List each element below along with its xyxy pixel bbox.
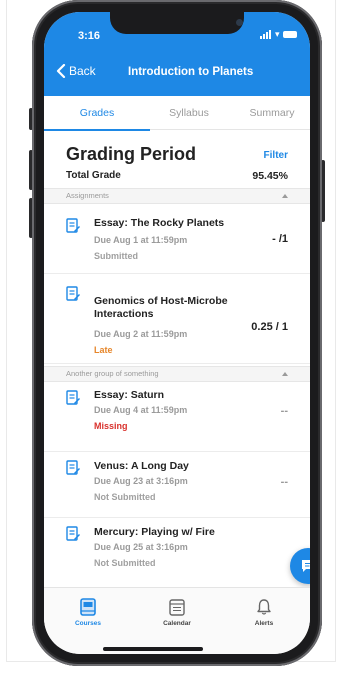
assignment-due-date: Due Aug 1 at 11:59pm: [94, 235, 188, 245]
tab-bar: Grades Syllabus Summary: [44, 96, 310, 131]
tab-alerts[interactable]: Alerts: [234, 598, 294, 627]
assignment-status: Missing: [94, 421, 128, 431]
assignment-icon: [66, 526, 80, 541]
assignment-status: Not Submitted: [94, 492, 156, 502]
bottom-tab-bar: Courses Calendar Alerts: [44, 587, 310, 654]
page-border-left: [6, 0, 7, 662]
assignment-row[interactable]: Mercury: Playing w/ Fire Due Aug 25 at 3…: [44, 522, 310, 586]
assignment-status: Submitted: [94, 251, 138, 261]
chevron-left-icon: [56, 64, 66, 78]
tab-label: Grades: [79, 107, 115, 119]
assignment-row[interactable]: Essay: The Rocky Planets Due Aug 1 at 11…: [44, 214, 310, 274]
back-label: Back: [69, 64, 96, 78]
assignment-row[interactable]: Venus: A Long Day Due Aug 23 at 3:16pm N…: [44, 456, 310, 518]
group-header-assignments[interactable]: Assignments: [44, 188, 310, 204]
tab-label: Alerts: [254, 620, 274, 627]
status-icons: ▾: [260, 28, 302, 40]
battery-icon: [282, 30, 297, 38]
group-name: Assignments: [66, 191, 109, 200]
tab-label: Calendar: [163, 620, 191, 627]
phone-notch: [110, 12, 244, 34]
chevron-up-icon: [282, 372, 288, 376]
tab-courses[interactable]: Courses: [58, 598, 118, 627]
tab-label: Syllabus: [169, 107, 209, 119]
assignment-row[interactable]: Genomics of Host-Microbe Interactions Du…: [44, 282, 310, 364]
tab-label: Summary: [249, 107, 295, 119]
assignment-icon: [66, 286, 80, 301]
assignment-title: Essay: Saturn: [94, 389, 165, 401]
assignment-title: Venus: A Long Day: [94, 460, 189, 472]
assignment-due-date: Due Aug 4 at 11:59pm: [94, 405, 188, 415]
grading-period-title: Grading Period: [66, 144, 197, 164]
assignment-icon: [66, 218, 80, 233]
page-title: Introduction to Planets: [128, 66, 254, 78]
tab-label: Courses: [74, 620, 101, 627]
group-header-another-group[interactable]: Another group of something: [44, 366, 310, 382]
front-camera: [236, 19, 243, 26]
assignment-title: Essay: The Rocky Planets: [94, 217, 225, 229]
back-button[interactable]: Back: [56, 64, 96, 78]
tab-calendar[interactable]: Calendar: [147, 598, 207, 627]
assignment-row[interactable]: Essay: Saturn Due Aug 4 at 11:59pm Missi…: [44, 386, 310, 452]
signal-icon: [260, 30, 271, 39]
assignment-status: Not Submitted: [94, 558, 156, 568]
tab-summary[interactable]: Summary: [234, 96, 310, 130]
tab-syllabus[interactable]: Syllabus: [144, 96, 234, 130]
assignment-status: Late: [94, 345, 113, 355]
message-icon: [302, 560, 310, 572]
courses-icon: [80, 598, 96, 616]
page-border-right: [335, 0, 336, 662]
status-time: 3:16: [78, 30, 101, 42]
assignment-due-date: Due Aug 2 at 11:59pm: [94, 329, 188, 339]
tab-grades[interactable]: Grades: [44, 96, 150, 131]
chevron-up-icon: [282, 194, 288, 198]
active-tab-indicator: [44, 129, 150, 131]
assignment-icon: [66, 460, 80, 475]
assignment-title: Genomics of Host-Microbe Interactions: [94, 295, 228, 320]
bell-icon: [257, 599, 271, 615]
calendar-icon: [169, 599, 185, 616]
assignment-score: - /1: [272, 233, 288, 245]
app-header: 3:16 ▾ Back Introduction to Planets: [44, 12, 310, 96]
total-grade-label: Total Grade: [66, 170, 121, 181]
assignment-due-date: Due Aug 25 at 3:16pm: [94, 542, 188, 552]
home-indicator: [103, 647, 203, 651]
phone-screen: 3:16 ▾ Back Introduction to Planets Grad…: [44, 12, 310, 654]
assignment-score: --: [280, 405, 288, 417]
assignment-score: 0.25 / 1: [251, 321, 288, 333]
assignment-due-date: Due Aug 23 at 3:16pm: [94, 476, 188, 486]
total-grade-value: 95.45%: [252, 170, 288, 182]
assignment-icon: [66, 390, 80, 405]
wifi-icon: ▾: [275, 29, 280, 39]
group-name: Another group of something: [66, 369, 159, 378]
assignment-title: Mercury: Playing w/ Fire: [94, 526, 215, 538]
assignment-score: --: [280, 476, 288, 488]
filter-button[interactable]: Filter: [264, 150, 288, 161]
